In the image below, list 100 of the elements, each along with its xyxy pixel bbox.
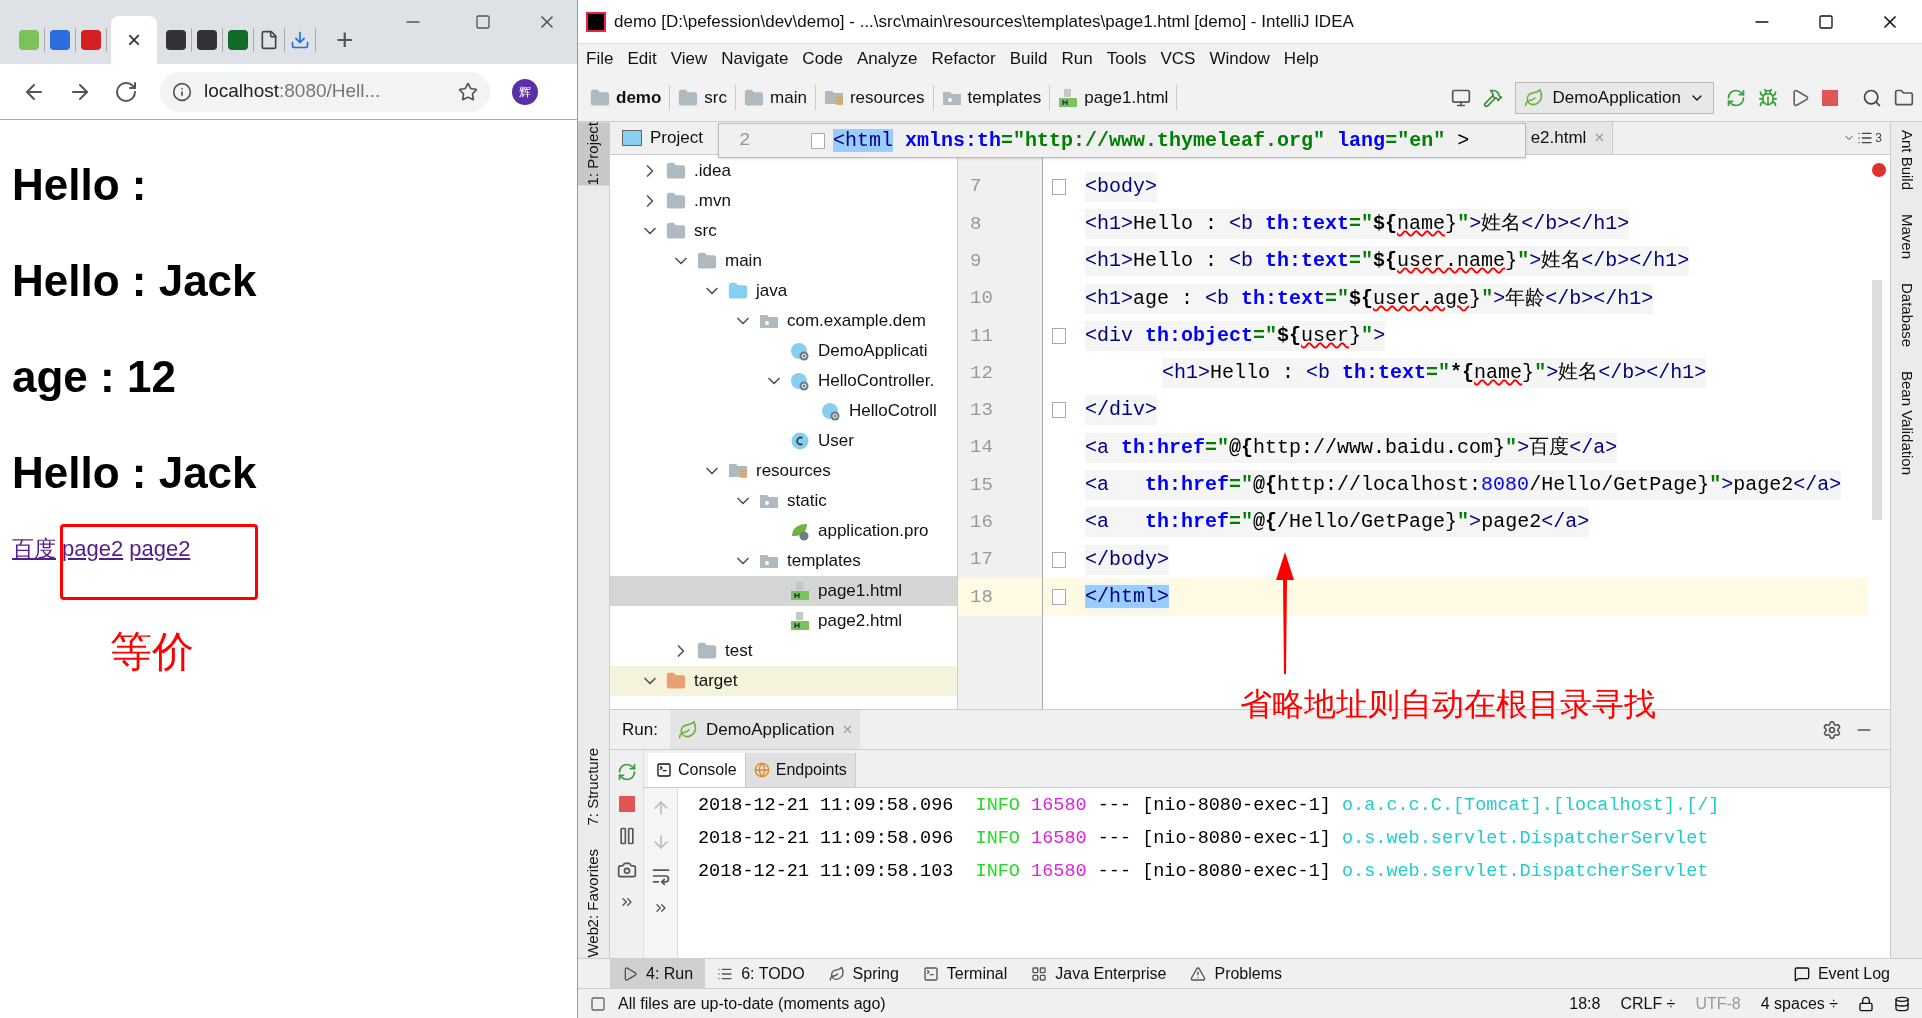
settings-icon[interactable]: [1822, 719, 1842, 740]
download-icon[interactable]: [290, 30, 310, 50]
tool-tab[interactable]: Terminal: [910, 959, 1020, 988]
layout-icon[interactable]: [1451, 87, 1472, 108]
run-tab[interactable]: DemoApplication ×: [669, 710, 861, 749]
tree-item[interactable]: .idea: [610, 156, 957, 186]
stop-icon[interactable]: [1822, 89, 1838, 106]
favicon-icon[interactable]: [81, 30, 101, 50]
page-link[interactable]: page2: [129, 532, 191, 565]
tree-item[interactable]: target: [610, 666, 957, 696]
menu-item[interactable]: File: [586, 46, 614, 72]
tree-item[interactable]: application.pro: [610, 516, 957, 546]
rerun-icon[interactable]: [616, 762, 637, 782]
console-tab[interactable]: Endpoints: [745, 753, 856, 787]
address-bar[interactable]: localhost:8080/Hell...: [160, 71, 490, 112]
play-icon[interactable]: [1790, 87, 1810, 108]
tool-window-tab[interactable]: Maven: [1895, 214, 1918, 260]
code-line: <body>: [1075, 168, 1868, 206]
tool-tab[interactable]: 4: Run: [610, 959, 706, 988]
tree-item[interactable]: test: [610, 636, 957, 666]
tool-window-tab[interactable]: 1: Project: [578, 122, 609, 186]
wrap-icon[interactable]: [650, 866, 671, 886]
menu-item[interactable]: Analyze: [857, 46, 918, 72]
breadcrumb[interactable]: page1.html: [1058, 84, 1178, 111]
tool-window-tab[interactable]: 7: Structure: [578, 747, 609, 826]
maximize-icon[interactable]: [1818, 13, 1834, 30]
breadcrumb[interactable]: templates: [941, 84, 1051, 111]
log-line: 2018-12-21 11:09:58.096 INFO 16580 --- [nio-8080-exec-1] o.s.web.servlet.DispatcherServlet: [698, 826, 1710, 851]
tab-list-button[interactable]: 3: [1843, 129, 1882, 147]
breadcrumb[interactable]: main: [744, 84, 816, 111]
event-log-tab[interactable]: Event Log: [1793, 961, 1890, 986]
menu-item[interactable]: Window: [1209, 46, 1270, 72]
avatar[interactable]: 辉: [512, 78, 538, 105]
scrollbar-thumb[interactable]: [1872, 280, 1882, 520]
tree-item[interactable]: resources: [610, 456, 957, 486]
search-icon[interactable]: [1862, 87, 1882, 108]
new-tab-button[interactable]: +: [336, 25, 354, 55]
star-icon[interactable]: [458, 81, 478, 102]
tree-item[interactable]: HelloController.: [610, 366, 957, 396]
tool-tab[interactable]: 6: TODO: [705, 959, 817, 988]
tool-window-tab[interactable]: 2: Favorites: [578, 849, 609, 928]
tree-item[interactable]: User: [610, 426, 957, 456]
tool-tab[interactable]: Spring: [816, 959, 911, 988]
menu-item[interactable]: Tools: [1106, 46, 1147, 72]
menu-item[interactable]: Edit: [627, 46, 657, 72]
menu-item[interactable]: Refactor: [931, 46, 996, 72]
tree-item[interactable]: templates: [610, 546, 957, 576]
caret-position[interactable]: 18:8: [1569, 991, 1601, 1016]
favicon-icon[interactable]: [228, 30, 248, 50]
page-link[interactable]: 百度: [12, 532, 56, 565]
tree-item[interactable]: static: [610, 486, 957, 516]
stop-icon[interactable]: [618, 796, 635, 812]
lock-icon[interactable]: [1858, 995, 1874, 1012]
page-heading: Hello : Jack: [12, 450, 258, 496]
line-separator[interactable]: CRLF ÷: [1620, 991, 1676, 1016]
menu-item[interactable]: Build: [1009, 46, 1048, 72]
spring-class-icon: [790, 341, 810, 361]
menu-item[interactable]: View: [670, 46, 708, 72]
tree-item[interactable]: java: [610, 276, 957, 306]
reload-icon[interactable]: [114, 79, 138, 104]
tree-item[interactable]: page2.html: [610, 606, 957, 636]
favicon-icon[interactable]: [166, 30, 186, 50]
page-link[interactable]: page2: [62, 532, 124, 565]
tree-item[interactable]: com.example.dem: [610, 306, 957, 336]
run-config-dropdown[interactable]: DemoApplication: [1515, 81, 1714, 114]
tree-item[interactable]: .mvn: [610, 186, 957, 216]
tree-item[interactable]: HelloCotroll: [610, 396, 957, 426]
panel-toggle-icon[interactable]: [590, 995, 606, 1012]
favicon-icon[interactable]: [50, 30, 70, 50]
breadcrumb[interactable]: src: [678, 84, 736, 111]
rerun-icon[interactable]: [1726, 87, 1746, 108]
tool-window-tab[interactable]: Ant Build: [1895, 130, 1918, 191]
tool-window-tab[interactable]: Bean Validation: [1895, 371, 1918, 476]
tree-item[interactable]: main: [610, 246, 957, 276]
file-icon[interactable]: [259, 30, 279, 50]
breadcrumb[interactable]: demo: [590, 84, 671, 111]
tool-window-tab[interactable]: Web: [578, 927, 609, 958]
indent-setting[interactable]: 4 spaces ÷: [1760, 991, 1838, 1016]
line-number: 8: [969, 211, 983, 237]
menu-item[interactable]: Navigate: [721, 46, 789, 72]
camera-icon[interactable]: [616, 860, 637, 880]
folder-icon: [590, 87, 610, 108]
line-number: 18: [958, 578, 1042, 616]
favicon-icon[interactable]: [197, 30, 217, 50]
bug-icon[interactable]: [1758, 87, 1778, 108]
folder-icon[interactable]: [1894, 87, 1914, 108]
tree-item[interactable]: page1.html: [610, 576, 957, 606]
menu-item[interactable]: Run: [1061, 46, 1093, 72]
tree-item[interactable]: src: [610, 216, 957, 246]
breadcrumb[interactable]: resources: [823, 84, 934, 111]
menu-item[interactable]: Code: [802, 46, 843, 72]
tree-item[interactable]: DemoApplicati: [610, 336, 957, 366]
hammer-icon[interactable]: [1483, 87, 1504, 108]
tool-tab[interactable]: Java Enterprise: [1019, 959, 1179, 988]
console-tab[interactable]: Console: [648, 753, 746, 787]
menu-item[interactable]: Help: [1283, 46, 1319, 72]
editor-tab[interactable]: e2.html ×: [1521, 122, 1614, 154]
menu-item[interactable]: VCS: [1160, 46, 1196, 72]
tool-window-tab[interactable]: Database: [1895, 283, 1918, 348]
tool-tab[interactable]: Problems: [1178, 959, 1295, 988]
